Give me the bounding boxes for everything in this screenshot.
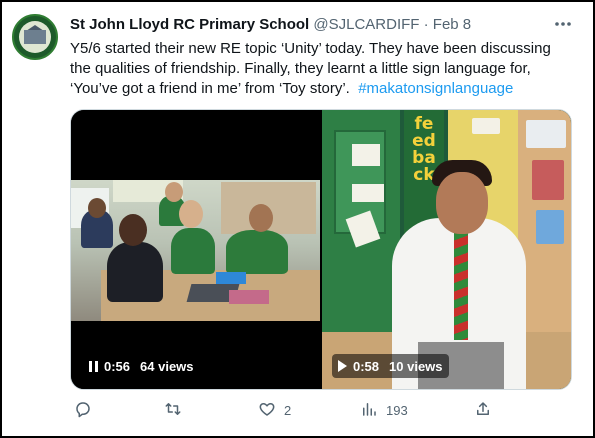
wall-art-2 bbox=[532, 160, 564, 200]
tweet-text: Y5/6 started their new RE topic ‘Unity’ … bbox=[70, 39, 575, 99]
video-1-blue-box bbox=[216, 272, 246, 284]
reply-button[interactable] bbox=[74, 400, 92, 421]
like-button[interactable]: 2 bbox=[258, 400, 291, 421]
video-2-paper-1 bbox=[352, 144, 380, 166]
retweet-button[interactable] bbox=[164, 400, 182, 421]
tweet-card: St John Lloyd RC Primary School @SJLCARD… bbox=[0, 0, 595, 438]
school-tie bbox=[454, 232, 468, 340]
video-2-paper-2 bbox=[352, 184, 384, 202]
video-1-time: 0:56 bbox=[104, 358, 131, 374]
video-2[interactable]: feedback 0:58 10 views bbox=[322, 110, 571, 389]
tweet-text-line-3-text: ‘You’ve got a friend in me’ from ‘Toy st… bbox=[70, 80, 350, 97]
tweet-date[interactable]: Feb 8 bbox=[433, 16, 471, 33]
pupil-5-head bbox=[165, 182, 183, 202]
analytics-icon[interactable] bbox=[360, 400, 378, 421]
display-name[interactable]: St John Lloyd RC Primary School bbox=[70, 16, 309, 33]
views-count: 193 bbox=[386, 403, 408, 418]
pupil-1-head bbox=[88, 198, 106, 218]
heart-icon[interactable] bbox=[258, 400, 276, 421]
media-grid: 0:56 64 views feedback 0:58 10 views bbox=[70, 109, 572, 390]
wall-art-4 bbox=[472, 118, 500, 134]
share-button[interactable] bbox=[474, 400, 492, 421]
pupil-2 bbox=[107, 242, 163, 302]
tweet-text-line-3: ‘You’ve got a friend in me’ from ‘Toy st… bbox=[70, 79, 575, 99]
tweet-text-line-2: the qualities of friendship. Finally, th… bbox=[70, 60, 531, 77]
video-1-pencil-case bbox=[229, 290, 269, 304]
more-icon[interactable] bbox=[550, 14, 576, 34]
reply-icon[interactable] bbox=[74, 400, 92, 421]
wall-art-3 bbox=[536, 210, 564, 244]
pupil-2-head bbox=[119, 214, 147, 246]
hashtag-link[interactable]: #makatonsignlanguage bbox=[358, 80, 513, 97]
video-2-time: 0:58 bbox=[353, 358, 380, 374]
video-1-frame bbox=[71, 180, 320, 321]
retweet-icon[interactable] bbox=[164, 400, 182, 421]
pupil-face bbox=[436, 172, 488, 234]
avatar-building bbox=[24, 30, 46, 44]
play-icon[interactable] bbox=[338, 360, 347, 372]
pupil-3-head bbox=[179, 200, 203, 228]
pause-icon[interactable] bbox=[89, 360, 98, 372]
tweet-header: St John Lloyd RC Primary School @SJLCARD… bbox=[70, 15, 563, 34]
handle[interactable]: @SJLCARDIFF bbox=[313, 16, 419, 33]
video-2-controls[interactable]: 0:58 10 views bbox=[332, 354, 449, 378]
video-2-views: 10 views bbox=[389, 358, 443, 374]
pupil-4 bbox=[226, 230, 288, 274]
video-1[interactable]: 0:56 64 views bbox=[71, 110, 320, 389]
separator: · bbox=[423, 16, 429, 33]
video-1-controls[interactable]: 0:56 64 views bbox=[83, 354, 200, 378]
tweet-actions: 2 193 bbox=[70, 400, 500, 424]
pupil-4-head bbox=[249, 204, 273, 232]
share-icon[interactable] bbox=[474, 400, 492, 421]
avatar[interactable] bbox=[12, 14, 58, 60]
wall-art-1 bbox=[526, 120, 566, 148]
pupil-3 bbox=[171, 228, 215, 274]
video-1-views: 64 views bbox=[140, 358, 194, 374]
like-count: 2 bbox=[284, 403, 292, 418]
tweet-text-line-1: Y5/6 started their new RE topic ‘Unity’ … bbox=[70, 40, 551, 57]
views-button[interactable]: 193 bbox=[360, 400, 408, 421]
